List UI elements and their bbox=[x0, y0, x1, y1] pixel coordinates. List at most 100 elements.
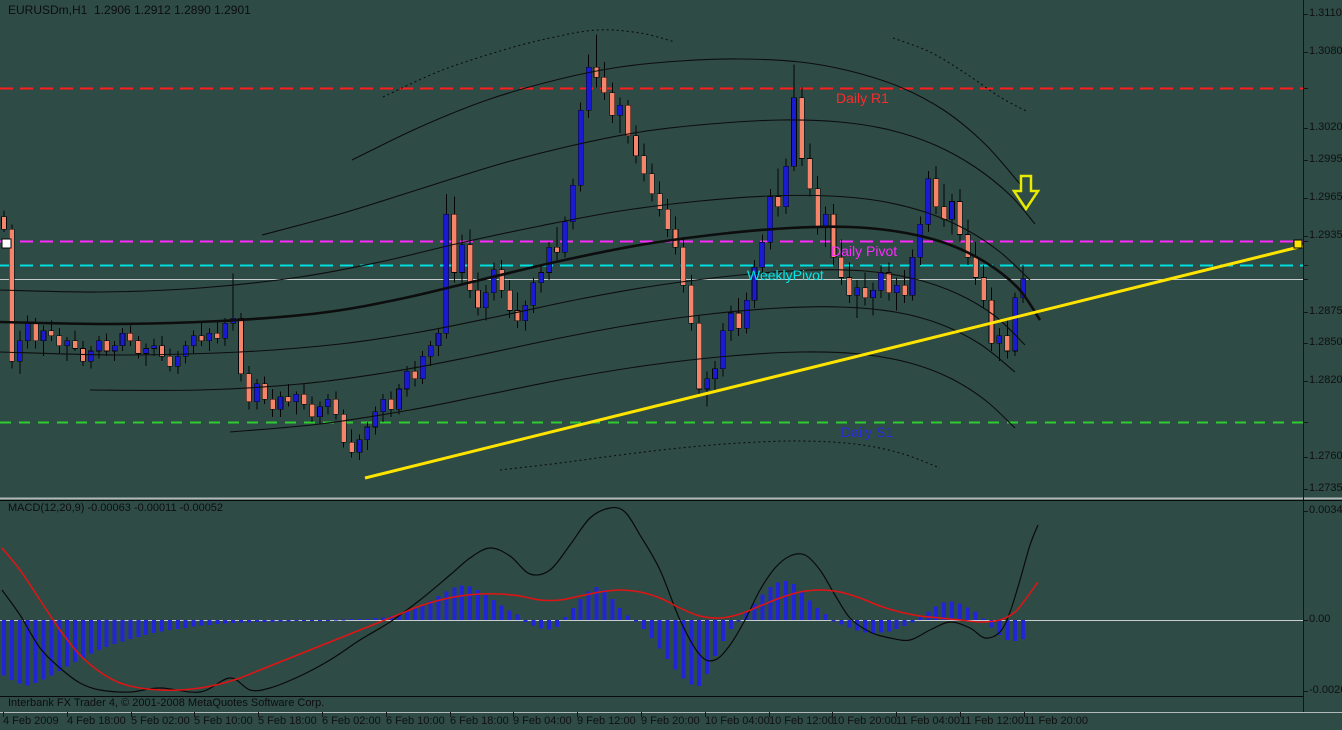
candle-body-bear bbox=[309, 403, 315, 418]
pivot-label-daily-s1: Daily S1 bbox=[841, 424, 894, 440]
band-curve-dotted bbox=[499, 440, 941, 471]
macd-hist-bar bbox=[2, 620, 6, 676]
price-tick-label: 1.2875 bbox=[1309, 305, 1342, 317]
candle-body-bull bbox=[483, 292, 489, 309]
macd-hist-bar bbox=[73, 620, 78, 662]
macd-hist-bar bbox=[349, 619, 354, 621]
candle-body-bull bbox=[40, 330, 47, 342]
macd-hist-bar bbox=[128, 620, 133, 640]
macd-hist-bar bbox=[886, 620, 891, 632]
candle-body-bear bbox=[56, 335, 63, 347]
macd-hist-bar bbox=[610, 599, 615, 620]
macd-hist-bar bbox=[720, 620, 725, 641]
chart-canvas[interactable] bbox=[0, 0, 1342, 730]
candle-body-bull bbox=[712, 368, 718, 380]
trendline[interactable] bbox=[364, 244, 1304, 480]
macd-hist-bar bbox=[333, 619, 338, 621]
macd-hist-bar bbox=[894, 620, 899, 629]
copyright-label: Interbank FX Trader 4, © 2001-2008 MetaQ… bbox=[8, 697, 325, 709]
candle-body-bull bbox=[617, 104, 624, 116]
candle-body-bull bbox=[151, 345, 157, 349]
macd-hist-bar bbox=[262, 620, 267, 622]
candle-body-bear bbox=[269, 398, 276, 410]
candle-body-bear bbox=[198, 335, 205, 342]
macd-histogram bbox=[2, 581, 1026, 686]
candle-body-bull bbox=[870, 289, 876, 299]
price-axis[interactable]: 1.3110 1.3080 1.3020 1.2995 1.2965 1.2935 1.28… bbox=[1304, 0, 1342, 712]
macd-hist-bar bbox=[183, 620, 188, 628]
trendline-anchor[interactable] bbox=[1293, 239, 1303, 249]
candle-body-bear bbox=[957, 201, 963, 235]
macd-hist-bar bbox=[231, 620, 236, 623]
macd-hist-bar bbox=[649, 620, 654, 638]
macd-hist-bar bbox=[460, 585, 465, 620]
candle-body-bull bbox=[143, 348, 149, 354]
candle-body-bull bbox=[356, 439, 363, 453]
macd-hist-bar bbox=[444, 591, 449, 620]
candle-body-bull bbox=[443, 213, 450, 334]
candle-body-bear bbox=[506, 289, 513, 311]
macd-hist-bar bbox=[665, 620, 670, 659]
macd-hist-bar bbox=[373, 618, 378, 620]
candle-body-bull bbox=[325, 398, 331, 408]
line-anchor[interactable] bbox=[1, 238, 12, 249]
candle-body-bear bbox=[475, 289, 481, 309]
candle-body-bull bbox=[459, 244, 466, 273]
time-axis[interactable]: 4 Feb 2009 4 Feb 18:00 5 Feb 02:00 5 Feb 10… bbox=[0, 712, 1342, 730]
macd-hist-bar bbox=[160, 620, 164, 632]
macd-hist-bar bbox=[270, 620, 275, 622]
macd-hist-bar bbox=[191, 620, 196, 627]
price-tick-label: 1.2760 bbox=[1309, 450, 1342, 462]
candle-body-bear bbox=[167, 355, 173, 367]
candle-body-bull bbox=[854, 287, 861, 296]
macd-hist-bar bbox=[776, 582, 781, 620]
candle-body-bear bbox=[48, 330, 55, 337]
time-tick-label: 6 Feb 18:00 bbox=[450, 715, 509, 727]
band-curve-solid bbox=[229, 351, 1016, 433]
candle-body-bear bbox=[1, 216, 7, 230]
candle-body-bull bbox=[222, 322, 228, 339]
macd-hist-bar bbox=[412, 608, 417, 620]
candle-body-bear bbox=[688, 284, 695, 324]
candle-body-bull bbox=[119, 332, 126, 347]
candle-body-bear bbox=[838, 256, 845, 278]
macd-hist-bar bbox=[965, 607, 970, 620]
pivot-lines-layer bbox=[0, 87, 1303, 424]
candle-body-bear bbox=[285, 396, 292, 402]
band-curve-dotted bbox=[892, 37, 1029, 113]
macd-hist-bar bbox=[815, 608, 820, 620]
candle-body-bear bbox=[127, 332, 134, 342]
macd-hist-bar bbox=[641, 620, 646, 629]
time-tick-label: 4 Feb 18:00 bbox=[67, 715, 126, 727]
price-tick-label: 1.3020 bbox=[1309, 121, 1342, 133]
time-tick-label: 9 Feb 12:00 bbox=[577, 715, 636, 727]
macd-hist-bar bbox=[523, 620, 528, 622]
macd-hist-bar bbox=[626, 615, 631, 620]
time-tick-label: 9 Feb 20:00 bbox=[641, 715, 700, 727]
time-tick-label: 4 Feb 2009 bbox=[3, 715, 59, 727]
candle-body-bear bbox=[261, 383, 268, 400]
macd-hist-bar bbox=[88, 620, 93, 654]
candle-body-bear bbox=[332, 398, 339, 415]
candle-body-bear bbox=[451, 213, 458, 273]
candle-body-bull bbox=[878, 272, 884, 291]
candle-body-bull bbox=[996, 335, 1003, 344]
macd-hist-bar bbox=[586, 591, 591, 620]
macd-tick-label: 0.00 bbox=[1309, 613, 1331, 625]
band-curve-solid bbox=[261, 119, 1036, 236]
mt4-chart-window: EURUSDm,H1 1.2906 1.2912 1.2890 1.2901 M… bbox=[0, 0, 1342, 730]
macd-hist-bar bbox=[175, 620, 180, 629]
time-tick-label: 10 Feb 20:00 bbox=[832, 715, 897, 727]
candle-body-bull bbox=[490, 269, 497, 294]
macd-hist-bar bbox=[902, 620, 907, 626]
time-tick-label: 5 Feb 02:00 bbox=[131, 715, 190, 727]
macd-hist-bar bbox=[136, 620, 141, 638]
macd-hist-bar bbox=[957, 603, 962, 620]
candle-body-bear bbox=[846, 277, 853, 296]
macd-hist-bar bbox=[1021, 620, 1026, 639]
candle-body-bear bbox=[696, 322, 703, 390]
candle-body-bull bbox=[1012, 297, 1019, 352]
macd-hist-bar bbox=[167, 620, 172, 631]
candle-body-bull bbox=[277, 396, 284, 410]
candle-body-bear bbox=[664, 208, 671, 230]
